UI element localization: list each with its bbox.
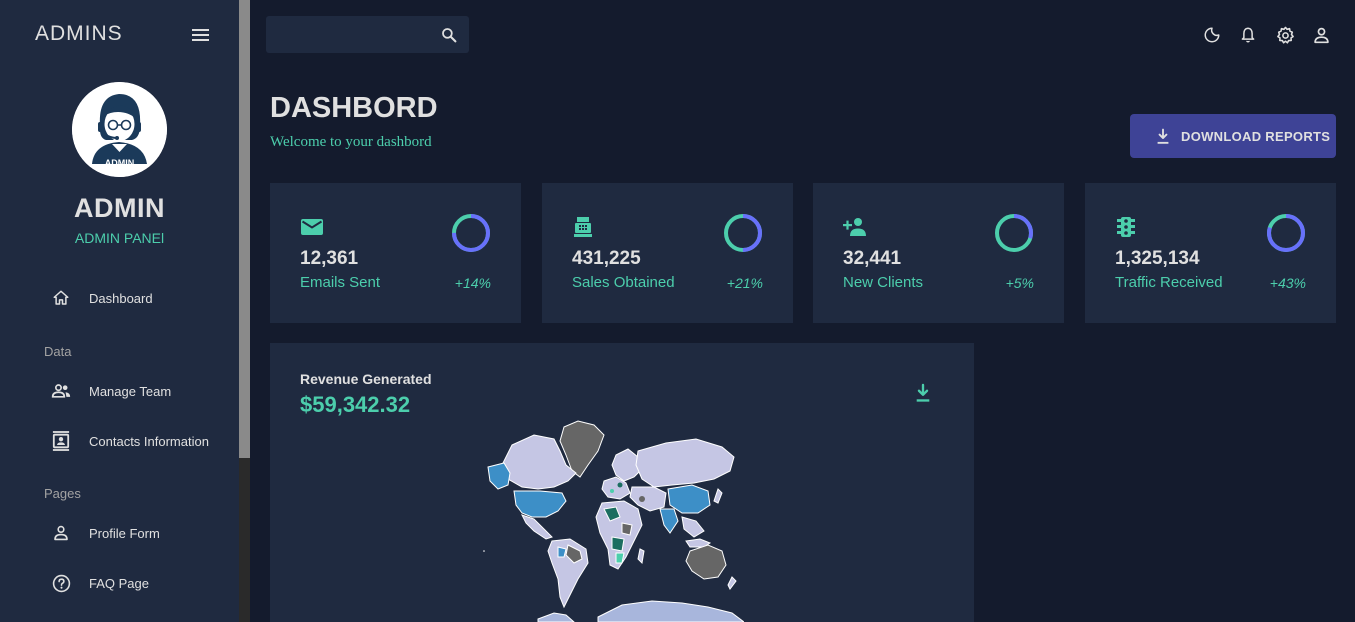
revenue-title: Revenue Generated xyxy=(300,371,432,387)
sidebar: ADMINS ADMIN ADMIN ADMIN PANEl Dashboard… xyxy=(0,0,239,622)
sidebar-item-label: Manage Team xyxy=(89,383,172,399)
stat-value: 12,361 xyxy=(300,248,359,269)
sidebar-item-label: FAQ Page xyxy=(89,575,149,591)
help-icon xyxy=(51,573,71,593)
stat-card-sales: 431,225 Sales Obtained +21% xyxy=(542,183,793,323)
home-icon xyxy=(51,288,71,308)
app: ADMINS ADMIN ADMIN ADMIN PANEl Dashboard… xyxy=(0,0,1355,622)
user-role: ADMIN PANEl xyxy=(74,230,165,246)
avatar-label: ADMIN xyxy=(105,158,135,168)
stat-card-clients: 32,441 New Clients +5% xyxy=(813,183,1064,323)
stat-label: Sales Obtained xyxy=(572,274,675,291)
stat-increase: +21% xyxy=(726,275,763,291)
brand-title: ADMINS xyxy=(35,22,123,45)
download-icon xyxy=(1152,125,1174,147)
scrollbar-thumb[interactable] xyxy=(239,0,250,458)
dark-mode-icon[interactable] xyxy=(1200,23,1224,47)
world-map xyxy=(483,420,744,622)
contacts-icon xyxy=(51,431,71,451)
revenue-card: Revenue Generated $59,342.32 xyxy=(270,343,974,622)
progress-ring xyxy=(724,214,762,252)
sidebar-item-label: Profile Form xyxy=(89,525,160,541)
stat-value: 32,441 xyxy=(843,248,902,269)
stat-label: New Clients xyxy=(843,274,924,291)
stat-increase: +5% xyxy=(1005,275,1034,291)
sidebar-item-label: Dashboard xyxy=(89,290,153,306)
sidebar-item-faq[interactable]: FAQ Page xyxy=(0,566,239,600)
section-data: Data xyxy=(44,344,72,359)
account-icon[interactable] xyxy=(1309,23,1333,47)
traffic-icon xyxy=(1115,215,1141,239)
sidebar-item-dashboard[interactable]: Dashboard xyxy=(0,281,239,315)
stat-value: 1,325,134 xyxy=(1115,248,1200,269)
stat-card-traffic: 1,325,134 Traffic Received +43% xyxy=(1085,183,1336,323)
menu-icon[interactable] xyxy=(188,22,214,48)
sidebar-item-manage-team[interactable]: Manage Team xyxy=(0,374,239,408)
page-title: DASHBORD xyxy=(270,92,438,124)
avatar: ADMIN xyxy=(72,82,167,177)
download-reports-button[interactable]: DOWNLOAD REPORTS xyxy=(1130,114,1336,158)
sidebar-scrollbar[interactable] xyxy=(239,0,250,622)
stat-label: Emails Sent xyxy=(300,274,381,291)
download-reports-label: DOWNLOAD REPORTS xyxy=(1181,129,1331,144)
user-name: ADMIN xyxy=(74,193,165,223)
search-input[interactable] xyxy=(276,16,436,53)
stat-increase: +43% xyxy=(1269,275,1306,291)
people-icon xyxy=(51,381,71,401)
point-of-sale-icon xyxy=(572,215,598,239)
stat-value: 431,225 xyxy=(572,248,641,269)
page-subtitle: Welcome to your dashbord xyxy=(270,134,432,150)
search-icon[interactable] xyxy=(438,24,460,46)
sidebar-item-profile-form[interactable]: Profile Form xyxy=(0,516,239,550)
person-add-icon xyxy=(843,215,869,239)
settings-icon[interactable] xyxy=(1273,23,1297,47)
sidebar-item-label: Contacts Information xyxy=(89,433,209,449)
download-icon[interactable] xyxy=(911,381,935,405)
stat-card-emails: 12,361 Emails Sent +14% xyxy=(270,183,521,323)
progress-ring xyxy=(995,214,1033,252)
progress-ring xyxy=(1267,214,1305,252)
email-icon xyxy=(300,215,326,239)
person-icon xyxy=(51,523,71,543)
section-pages: Pages xyxy=(44,486,81,501)
revenue-value: $59,342.32 xyxy=(300,392,411,417)
sidebar-item-contacts[interactable]: Contacts Information xyxy=(0,424,239,458)
progress-ring xyxy=(452,214,490,252)
stat-label: Traffic Received xyxy=(1115,274,1223,291)
search-box xyxy=(266,16,469,53)
stat-increase: +14% xyxy=(454,275,491,291)
notifications-icon[interactable] xyxy=(1236,23,1260,47)
